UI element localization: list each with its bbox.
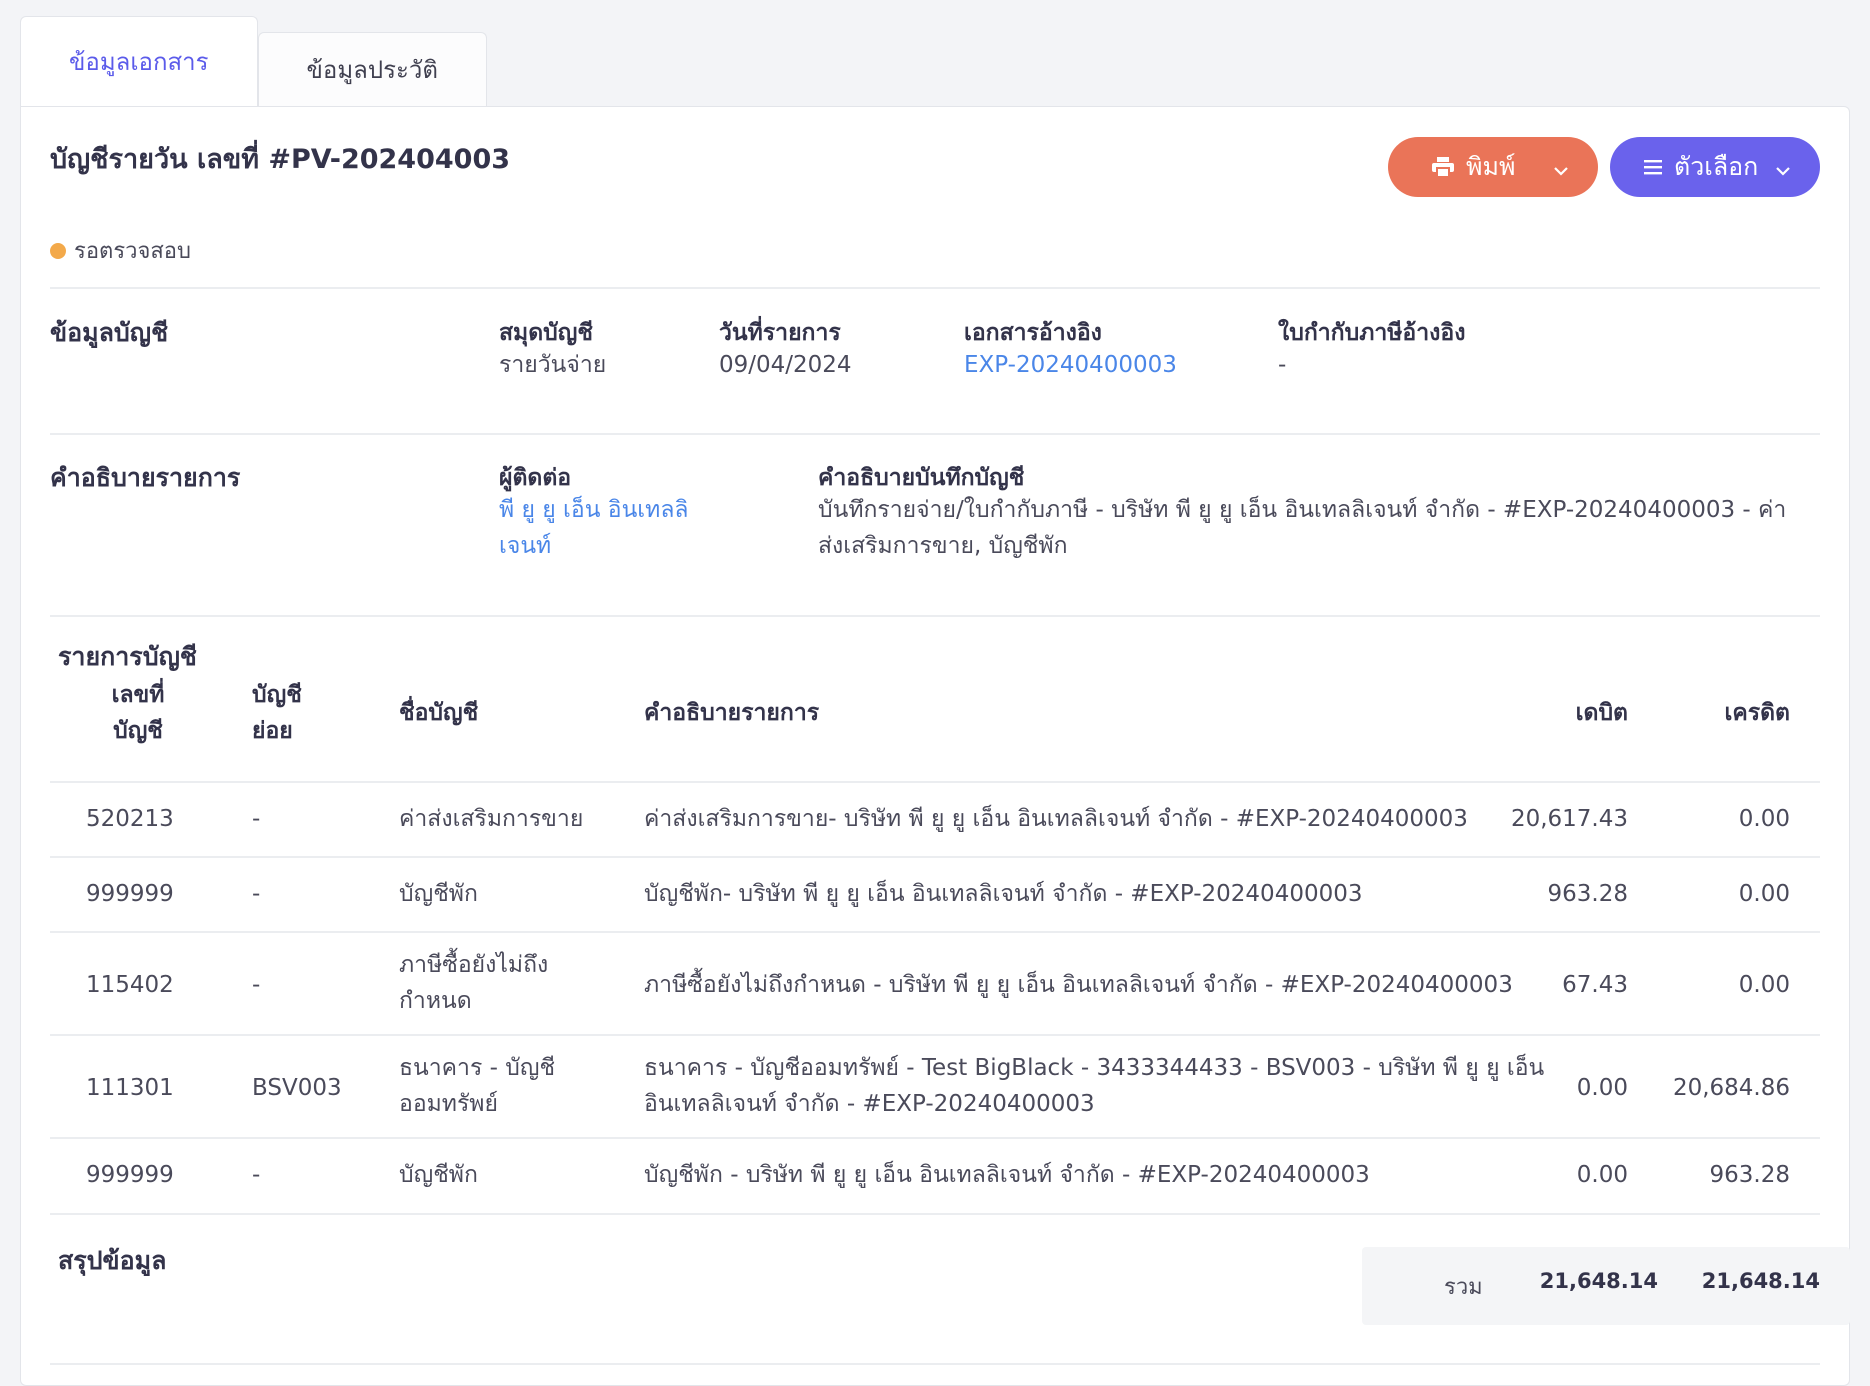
- account-name-line: ออมทรัพย์: [399, 1091, 498, 1117]
- tax-ref-label: ใบกำกับภาษีอ้างอิง: [1278, 320, 1466, 346]
- divider: [50, 615, 1820, 617]
- col-header-credit: เครดิต: [1724, 700, 1790, 726]
- col-header-account-name: ชื่อบัญชี: [399, 700, 479, 726]
- book-value: รายวันจ่าย: [499, 352, 607, 378]
- account-info-heading: ข้อมูลบัญชี: [50, 318, 169, 347]
- contact-line: พี ยู ยู เอ็น อินเทลลิ: [499, 497, 689, 523]
- entries-heading: รายการบัญชี: [58, 642, 197, 671]
- sub-account: -: [252, 881, 261, 907]
- tab-label: ข้อมูลเอกสาร: [69, 48, 209, 76]
- description-line: อินเทลลิเจนท์ จำกัด - #EXP-20240400003: [644, 1091, 1095, 1117]
- description-line: ธนาคาร - บัญชีออมทรัพย์ - Test BigBlack …: [644, 1055, 1545, 1081]
- print-button[interactable]: พิมพ์: [1388, 137, 1598, 197]
- ref-doc-link[interactable]: EXP-20240400003: [964, 347, 1177, 383]
- options-button[interactable]: ตัวเลือก: [1610, 137, 1820, 197]
- table-row: 999999 - บัญชีพัก บัญชีพัก- บริษัท พี ยู…: [50, 856, 1820, 932]
- debit-value: 0.00: [1576, 1075, 1628, 1101]
- account-name-line: กำหนด: [399, 988, 472, 1014]
- col-header-sub-account: บัญชี ย่อย: [252, 677, 302, 749]
- contact-line: เจนท์: [499, 533, 552, 559]
- status-label: รอตรวจสอบ: [74, 239, 191, 264]
- account-name-line: ภาษีซื้อยังไม่ถึง: [399, 952, 549, 978]
- tax-ref-value: -: [1278, 352, 1287, 378]
- header-line: บัญชี: [113, 718, 163, 744]
- summary-heading: สรุปข้อมูล: [58, 1246, 167, 1275]
- col-header-account-no: เลขที่ บัญชี: [102, 677, 174, 749]
- status-dot-icon: [50, 242, 66, 259]
- account-name: บัญชีพัก: [399, 881, 478, 907]
- page: ข้อมูลเอกสาร ข้อมูลประวัติ บัญชีรายวัน เ…: [0, 0, 1870, 1386]
- table-row: 520213 - ค่าส่งเสริมการขาย ค่าส่งเสริมกา…: [50, 781, 1820, 857]
- header-line: ย่อย: [252, 718, 293, 744]
- divider: [50, 433, 1820, 435]
- entry-description: บัญชีพัก- บริษัท พี ยู ยู เอ็น อินเทลลิเ…: [644, 881, 1363, 907]
- table-row: 111301 BSV003 ธนาคาร - บัญชี ออมทรัพย์ ธ…: [50, 1034, 1820, 1138]
- description-heading: คำอธิบายรายการ: [50, 463, 241, 492]
- memo-line: ส่งเสริมการขาย, บัญชีพัก: [818, 533, 1068, 559]
- account-no: 999999: [86, 881, 174, 907]
- divider: [50, 1363, 1820, 1365]
- header-line: เลขที่: [111, 682, 165, 708]
- credit-value: 963.28: [1709, 1162, 1790, 1188]
- entry-description: บัญชีพัก - บริษัท พี ยู ยู เอ็น อินเทลลิ…: [644, 1162, 1370, 1188]
- header-line: บัญชี: [252, 682, 302, 708]
- total-credit: 21,648.14: [1701, 1269, 1820, 1293]
- print-label: พิมพ์: [1466, 152, 1516, 181]
- divider: [50, 287, 1820, 289]
- memo-line: บันทึกรายจ่าย/ใบกำกับภาษี - บริษัท พี ยู…: [818, 497, 1787, 523]
- ref-doc-label: เอกสารอ้างอิง: [964, 320, 1102, 346]
- account-no: 115402: [86, 972, 174, 998]
- status-badge: รอตรวจสอบ: [50, 233, 191, 268]
- book-label: สมุดบัญชี: [499, 320, 593, 346]
- debit-value: 963.28: [1547, 881, 1628, 907]
- account-no: 111301: [86, 1075, 174, 1101]
- tab-bar: ข้อมูลเอกสาร ข้อมูลประวัติ: [20, 16, 487, 106]
- entry-description: ธนาคาร - บัญชีออมทรัพย์ - Test BigBlack …: [644, 1050, 1544, 1122]
- credit-value: 0.00: [1738, 881, 1790, 907]
- summary-totals: รวม 21,648.14 21,648.14: [1362, 1247, 1850, 1325]
- debit-value: 20,617.43: [1510, 806, 1628, 832]
- col-header-debit: เดบิต: [1575, 700, 1628, 726]
- sub-account: BSV003: [252, 1075, 342, 1101]
- credit-value: 0.00: [1738, 972, 1790, 998]
- credit-value: 20,684.86: [1672, 1075, 1790, 1101]
- account-name: ค่าส่งเสริมการขาย: [399, 806, 584, 832]
- entry-description: ภาษีซื้อยังไม่ถึงกำหนด - บริษัท พี ยู ยู…: [644, 972, 1513, 998]
- sub-account: -: [252, 972, 261, 998]
- account-no: 520213: [86, 806, 174, 832]
- col-header-description: คำอธิบายรายการ: [644, 700, 820, 726]
- date-value: 09/04/2024: [719, 352, 852, 378]
- debit-value: 0.00: [1576, 1162, 1628, 1188]
- table-row: 115402 - ภาษีซื้อยังไม่ถึง กำหนด ภาษีซื้…: [50, 931, 1820, 1035]
- account-name: ภาษีซื้อยังไม่ถึง กำหนด: [399, 947, 548, 1019]
- tab-document-info[interactable]: ข้อมูลเอกสาร: [20, 16, 258, 106]
- debit-value: 67.43: [1562, 972, 1628, 998]
- account-name: ธนาคาร - บัญชี ออมทรัพย์: [399, 1050, 555, 1122]
- chevron-down-icon[interactable]: [1774, 157, 1792, 186]
- account-name-line: ธนาคาร - บัญชี: [399, 1055, 556, 1081]
- account-name: บัญชีพัก: [399, 1162, 478, 1188]
- chevron-down-icon[interactable]: [1552, 157, 1570, 186]
- total-label: รวม: [1444, 1275, 1483, 1300]
- contact-label: ผู้ติดต่อ: [499, 465, 572, 491]
- sub-account: -: [252, 1162, 261, 1188]
- page-title: บัญชีรายวัน เลขที่ #PV-202404003: [50, 144, 511, 175]
- document-card: บัญชีรายวัน เลขที่ #PV-202404003 พิมพ์ ต…: [20, 106, 1850, 1386]
- sub-account: -: [252, 806, 261, 832]
- printer-icon: [1432, 157, 1454, 177]
- account-no: 999999: [86, 1162, 174, 1188]
- entry-description: ค่าส่งเสริมการขาย- บริษัท พี ยู ยู เอ็น …: [644, 806, 1468, 832]
- memo-label: คำอธิบายบันทึกบัญชี: [818, 465, 1025, 491]
- tab-label: ข้อมูลประวัติ: [306, 56, 438, 84]
- menu-icon: [1644, 159, 1662, 175]
- contact-link[interactable]: พี ยู ยู เอ็น อินเทลลิ เจนท์: [499, 492, 689, 564]
- tab-history-info[interactable]: ข้อมูลประวัติ: [257, 32, 487, 106]
- table-row: 999999 - บัญชีพัก บัญชีพัก - บริษัท พี ย…: [50, 1137, 1820, 1215]
- credit-value: 0.00: [1738, 806, 1790, 832]
- date-label: วันที่รายการ: [719, 320, 841, 346]
- total-debit: 21,648.14: [1539, 1269, 1658, 1293]
- memo-value: บันทึกรายจ่าย/ใบกำกับภาษี - บริษัท พี ยู…: [818, 492, 1786, 564]
- options-label: ตัวเลือก: [1674, 152, 1759, 181]
